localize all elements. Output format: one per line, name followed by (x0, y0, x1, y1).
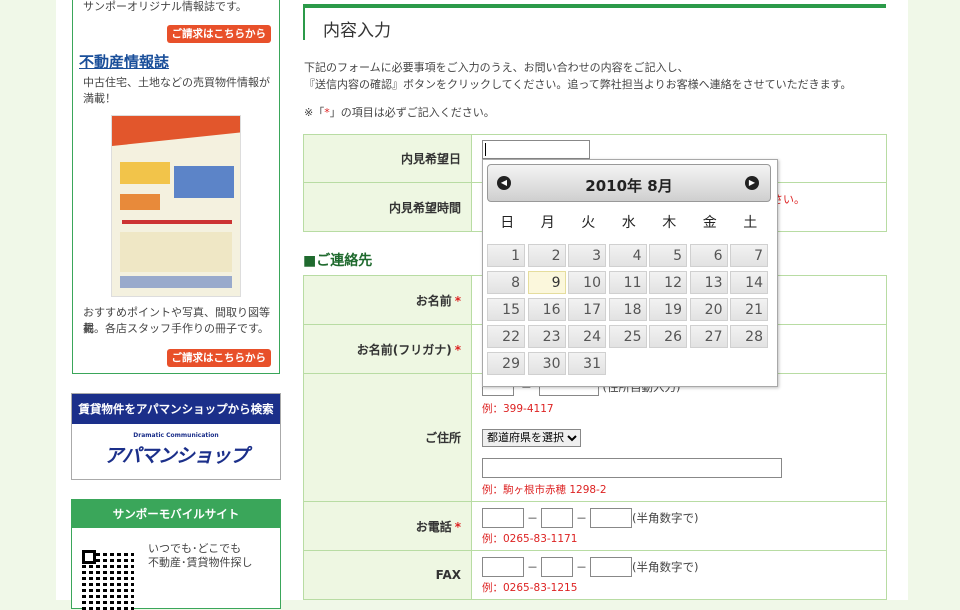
address-example: 例：駒ヶ根市赤穂 1298-2 (482, 484, 607, 496)
mobile-site-box: サンポーモバイルサイト いつでも･どこでも 不動産･賃貸物件探し (71, 499, 281, 610)
qr-code-icon (82, 550, 134, 610)
fax-1-input[interactable] (482, 557, 524, 577)
calendar-day[interactable]: 3 (568, 244, 606, 267)
mobile-site-title[interactable]: サンポーモバイルサイト (72, 500, 280, 528)
visit-date-input[interactable] (482, 140, 590, 159)
calendar-header: ◀ 2010年 8月 ▶ (487, 164, 771, 202)
page-title: 内容入力 (323, 21, 391, 41)
calendar-day[interactable]: 7 (730, 244, 768, 267)
visit-time-label: 内見希望時間 (303, 182, 472, 232)
weekday-header: 土 (743, 215, 758, 231)
calendar-day[interactable]: 21 (730, 298, 768, 321)
calendar-popup: ◀ 2010年 8月 ▶ 日月火水木金土 1 2 3 4 5 6 7 8 9 10 11 12 13 14 1… (482, 159, 778, 387)
calendar-day[interactable]: 24 (568, 325, 606, 348)
calendar-next-icon[interactable]: ▶ (745, 176, 759, 190)
content-title-bar: 内容入力 (303, 4, 886, 41)
calendar-day[interactable]: 31 (568, 352, 606, 375)
postal-example: 例：399-4117 (482, 403, 554, 415)
calendar-day[interactable]: 27 (689, 325, 728, 348)
calendar-day[interactable]: 20 (689, 298, 728, 321)
sidebar-magazine-box: サンポーオリジナル情報誌です。 ご請求はこちらから 不動産情報誌 中古住宅、土地… (72, 0, 280, 374)
weekday-header: 木 (662, 215, 677, 231)
calendar-day[interactable]: 25 (608, 325, 647, 348)
calendar-day[interactable]: 26 (649, 325, 687, 348)
realestate-desc-1: 中古住宅、土地などの売買物件情報が (83, 76, 270, 89)
calendar-day[interactable]: 28 (730, 325, 768, 348)
address-cell: － (住所自動入力) 例：399-4117 都道府県を選択 例：駒ヶ根市赤穂 1… (471, 373, 887, 502)
calendar-day[interactable]: 22 (487, 325, 525, 348)
address-label: ご住所 (303, 373, 472, 502)
fax-example: 例：0265-83-1215 (482, 582, 578, 594)
calendar-day[interactable]: 5 (649, 244, 687, 267)
prefecture-select[interactable]: 都道府県を選択 (482, 429, 581, 447)
phone-2-input[interactable] (541, 508, 573, 528)
phone-label: お電話 * (303, 501, 472, 551)
visit-date-label: 内見希望日 (303, 134, 472, 183)
phone-hint: (半角数字で) (632, 511, 699, 525)
weekday-header: 日 (500, 215, 515, 231)
realestate-desc-4: 載。各店スタッフ手作りの冊子です。 (83, 322, 269, 335)
calendar-day[interactable]: 2 (527, 244, 566, 267)
intro-text: 下記のフォームに必要事項をご入力のうえ、お問い合わせの内容をご記入し、 『送信内… (304, 61, 852, 91)
calendar-day[interactable]: 11 (608, 271, 647, 294)
request-button-2[interactable]: ご請求はこちらから (166, 349, 271, 367)
calendar-day[interactable]: 23 (527, 325, 566, 348)
phone-1-input[interactable] (482, 508, 524, 528)
name-kana-label: お名前(フリガナ) * (303, 324, 472, 374)
required-note: ※「*」の項目は必ずご記入ください。 (304, 106, 495, 119)
calendar-day[interactable]: 18 (608, 298, 647, 321)
mobile-site-text: いつでも･どこでも 不動産･賃貸物件探し (148, 542, 253, 569)
original-mag-text: サンポーオリジナル情報誌です。 (83, 0, 247, 13)
calendar-day[interactable]: 8 (487, 271, 525, 294)
phone-example: 例：0265-83-1171 (482, 533, 578, 545)
calendar-month-title: 2010年 8月 (585, 177, 673, 195)
calendar-day[interactable]: 12 (649, 271, 687, 294)
calendar-day[interactable]: 4 (608, 244, 647, 267)
calendar-day[interactable]: 13 (689, 271, 728, 294)
realestate-title-link[interactable]: 不動産情報誌 (79, 51, 169, 72)
name-label: お名前 * (303, 275, 472, 325)
address-input[interactable] (482, 458, 782, 478)
weekday-header: 火 (581, 215, 596, 231)
realestate-desc-2: 満載！ (83, 92, 116, 105)
fax-2-input[interactable] (541, 557, 573, 577)
calendar-day[interactable]: 1 (487, 244, 525, 267)
apaman-banner[interactable]: 賃貸物件をアパマンショップから検索 Dramatic Communication… (71, 393, 281, 480)
phone-3-input[interactable] (590, 508, 632, 528)
magazine-cover-image[interactable] (111, 115, 241, 297)
apaman-logo-text: アパマンショップ (104, 445, 249, 467)
calendar-day[interactable]: 10 (568, 271, 606, 294)
fax-cell: －－ (半角数字で) 例：0265-83-1215 (471, 550, 887, 600)
calendar-day[interactable]: 19 (649, 298, 687, 321)
contact-section-heading: ■ご連絡先 (303, 253, 373, 269)
calendar-day[interactable]: 9 (527, 271, 566, 294)
fax-label: FAX (303, 550, 472, 600)
calendar-day[interactable]: 15 (487, 298, 525, 321)
banner-top-text: 賃貸物件をアパマンショップから検索 (72, 394, 280, 424)
calendar-day[interactable]: 17 (568, 298, 606, 321)
fax-hint: (半角数字で) (632, 560, 699, 574)
weekday-header: 月 (540, 215, 555, 231)
calendar-day[interactable]: 29 (487, 352, 525, 375)
phone-cell: －－ (半角数字で) 例：0265-83-1171 (471, 501, 887, 551)
calendar-day[interactable]: 30 (527, 352, 566, 375)
weekday-header: 金 (702, 215, 717, 231)
calendar-day[interactable]: 14 (730, 271, 768, 294)
request-button-1[interactable]: ご請求はこちらから (166, 25, 271, 43)
calendar-day[interactable]: 6 (689, 244, 728, 267)
weekday-header: 水 (621, 215, 636, 231)
fax-3-input[interactable] (590, 557, 632, 577)
apaman-logo: Dramatic Communication アパマンショップ (104, 432, 249, 467)
calendar-day[interactable]: 16 (527, 298, 566, 321)
